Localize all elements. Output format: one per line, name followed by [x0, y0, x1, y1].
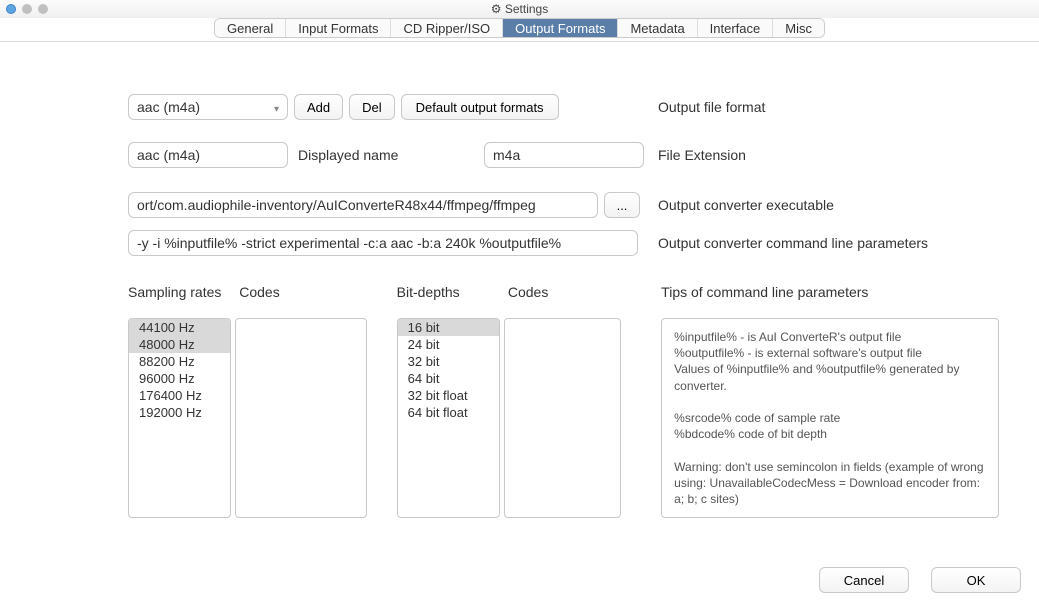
executable-path-field[interactable] — [128, 192, 598, 218]
format-combo[interactable]: aac (m4a) — [128, 94, 288, 120]
list-item[interactable]: 44100 Hz — [129, 319, 230, 336]
window-title: ⚙ Settings — [0, 2, 1039, 16]
list-item[interactable]: 88200 Hz — [129, 353, 230, 370]
titlebar: ⚙ Settings — [0, 0, 1039, 18]
list-item[interactable]: 64 bit — [398, 370, 499, 387]
list-item[interactable]: 32 bit float — [398, 387, 499, 404]
browse-executable-button[interactable]: ... — [604, 192, 640, 218]
output-file-format-label: Output file format — [658, 99, 765, 115]
list-item[interactable]: 24 bit — [398, 336, 499, 353]
tab-misc[interactable]: Misc — [773, 19, 824, 37]
tab-general[interactable]: General — [215, 19, 286, 37]
file-extension-field[interactable] — [484, 142, 644, 168]
displayed-name-label: Displayed name — [298, 147, 398, 163]
list-item[interactable]: 16 bit — [398, 319, 499, 336]
file-extension-label: File Extension — [658, 147, 746, 163]
default-formats-button[interactable]: Default output formats — [401, 94, 559, 120]
bitdepth-codes-list[interactable] — [504, 318, 621, 518]
tab-metadata[interactable]: Metadata — [618, 19, 697, 37]
del-button[interactable]: Del — [349, 94, 395, 120]
list-item[interactable]: 176400 Hz — [129, 387, 230, 404]
sampling-codes-list[interactable] — [235, 318, 366, 518]
tab-bar: General Input Formats CD Ripper/ISO Outp… — [0, 18, 1039, 42]
chevron-down-icon — [268, 99, 279, 115]
list-item[interactable]: 32 bit — [398, 353, 499, 370]
dialog-footer: Cancel OK — [813, 567, 1021, 593]
bitdepth-codes-label: Codes — [508, 284, 621, 300]
add-button[interactable]: Add — [294, 94, 343, 120]
list-item[interactable]: 96000 Hz — [129, 370, 230, 387]
list-item[interactable]: 64 bit float — [398, 404, 499, 421]
tab-cd-ripper[interactable]: CD Ripper/ISO — [391, 19, 503, 37]
bit-depths-label: Bit-depths — [397, 284, 500, 300]
sampling-rates-list[interactable]: 44100 Hz 48000 Hz 88200 Hz 96000 Hz 1764… — [128, 318, 231, 518]
displayed-name-field[interactable] — [128, 142, 288, 168]
gear-icon: ⚙ — [491, 2, 502, 16]
cancel-button[interactable]: Cancel — [819, 567, 909, 593]
tab-interface[interactable]: Interface — [698, 19, 774, 37]
list-item[interactable]: 192000 Hz — [129, 404, 230, 421]
command-line-label: Output converter command line parameters — [658, 235, 928, 251]
bit-depths-list[interactable]: 16 bit 24 bit 32 bit 64 bit 32 bit float… — [397, 318, 500, 518]
sampling-codes-label: Codes — [239, 284, 366, 300]
ok-button[interactable]: OK — [931, 567, 1021, 593]
executable-label: Output converter executable — [658, 197, 834, 213]
tips-label: Tips of command line parameters — [661, 284, 868, 300]
tab-output-formats[interactable]: Output Formats — [503, 19, 618, 37]
tips-text: %inputfile% - is AuI ConverteR's output … — [661, 318, 999, 518]
tab-strip: General Input Formats CD Ripper/ISO Outp… — [214, 18, 825, 38]
command-line-field[interactable] — [128, 230, 638, 256]
tab-input-formats[interactable]: Input Formats — [286, 19, 391, 37]
sampling-rates-label: Sampling rates — [128, 284, 231, 300]
list-item[interactable]: 48000 Hz — [129, 336, 230, 353]
